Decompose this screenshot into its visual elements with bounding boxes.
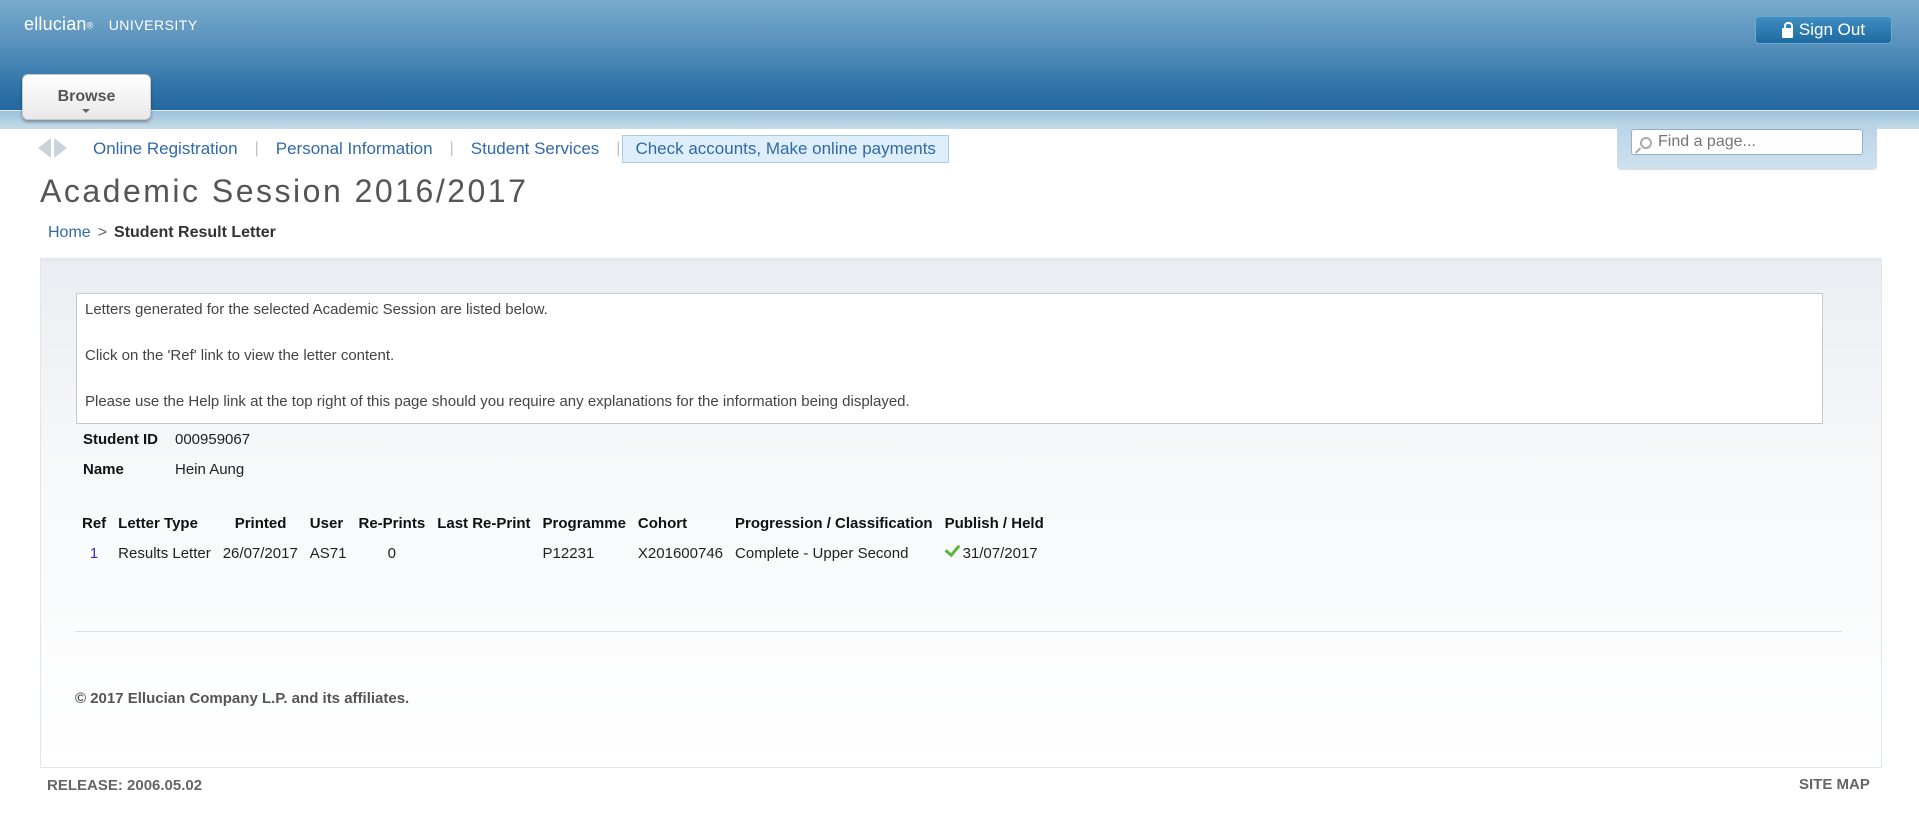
history-nav — [38, 138, 67, 158]
forward-arrow-icon[interactable] — [54, 138, 67, 158]
sign-out-button[interactable]: Sign Out — [1755, 16, 1892, 44]
col-reprints: Re-Prints — [358, 515, 426, 532]
student-id-value: 000959067 — [175, 431, 251, 448]
col-ref: Ref — [82, 515, 107, 532]
site-map-link[interactable]: SITE MAP — [1799, 776, 1870, 793]
info-line: Click on the 'Ref' link to view the lett… — [85, 347, 395, 364]
release-info: RELEASE: 2006.05.02 — [47, 777, 203, 794]
university-name: UNIVERSITY — [108, 17, 198, 33]
cell-last-reprint — [431, 536, 536, 566]
breadcrumb-current: Student Result Letter — [114, 224, 276, 241]
col-last-reprint: Last Re-Print — [437, 515, 531, 532]
nav-personal-information[interactable]: Personal Information — [276, 139, 433, 159]
cell-cohort: X201600746 — [637, 544, 724, 562]
letters-table: Ref Letter Type Printed User Re-Prints L… — [76, 511, 1050, 566]
cell-printed: 26/07/2017 — [222, 544, 298, 562]
copyright: © 2017 Ellucian Company L.P. and its aff… — [75, 690, 410, 707]
cell-user: AS71 — [309, 544, 347, 562]
breadcrumb-home[interactable]: Home — [48, 224, 91, 241]
brand-name: ellucian — [24, 14, 87, 34]
find-page-panel — [1617, 124, 1877, 170]
page-title: Academic Session 2016/2017 — [40, 173, 529, 209]
cell-reprints: 0 — [387, 544, 397, 562]
cell-progression: Complete - Upper Second — [735, 544, 909, 562]
info-line: Letters generated for the selected Acade… — [85, 301, 548, 318]
footer-divider — [75, 631, 1842, 632]
col-letter-type: Letter Type — [118, 515, 198, 532]
find-page-input[interactable] — [1631, 129, 1863, 155]
nav-separator: | — [449, 140, 454, 157]
publish-date: 31/07/2017 — [962, 545, 1038, 562]
cell-publish-held: 31/07/2017 — [939, 536, 1050, 566]
student-id-label: Student ID — [83, 431, 158, 448]
chevron-down-icon — [82, 109, 90, 113]
info-box: Letters generated for the selected Acade… — [76, 293, 1823, 424]
breadcrumb: Home > Student Result Letter — [48, 224, 276, 242]
header-bar — [0, 0, 1919, 118]
sign-out-label: Sign Out — [1798, 20, 1866, 39]
ellucian-logo: ellucian® UNIVERSITY — [24, 14, 198, 35]
name-label: Name — [83, 461, 124, 478]
back-arrow-icon[interactable] — [38, 138, 51, 158]
nav-separator: | — [254, 140, 259, 157]
browse-label: Browse — [57, 88, 116, 105]
table-header-row: Ref Letter Type Printed User Re-Prints L… — [76, 511, 1050, 536]
top-nav: Online Registration | Personal Informati… — [93, 135, 949, 163]
brand-mark: ® — [86, 20, 94, 31]
col-user: User — [309, 515, 344, 532]
breadcrumb-separator: > — [97, 224, 108, 241]
col-cohort: Cohort — [637, 515, 688, 532]
browse-button[interactable]: Browse — [22, 74, 151, 120]
cell-letter-type: Results Letter — [118, 544, 211, 562]
info-line: Please use the Help link at the top righ… — [85, 393, 910, 410]
nav-online-registration[interactable]: Online Registration — [93, 139, 238, 159]
ref-link[interactable]: 1 — [90, 545, 98, 562]
col-programme: Programme — [542, 515, 626, 532]
col-progression: Progression / Classification — [735, 515, 933, 532]
col-publish-held: Publish / Held — [944, 515, 1044, 532]
cell-programme: P12231 — [542, 544, 595, 562]
search-icon — [1640, 137, 1652, 149]
nav-check-accounts[interactable]: Check accounts, Make online payments — [622, 135, 949, 163]
lock-icon — [1781, 22, 1793, 38]
table-row: 1 Results Letter 26/07/2017 AS71 0 P1223… — [76, 536, 1050, 566]
nav-separator: | — [616, 140, 621, 157]
cell-ref: 1 — [76, 536, 112, 566]
nav-student-services[interactable]: Student Services — [471, 139, 600, 159]
check-icon — [944, 540, 961, 558]
col-printed: Printed — [234, 515, 287, 532]
name-value: Hein Aung — [175, 461, 245, 478]
